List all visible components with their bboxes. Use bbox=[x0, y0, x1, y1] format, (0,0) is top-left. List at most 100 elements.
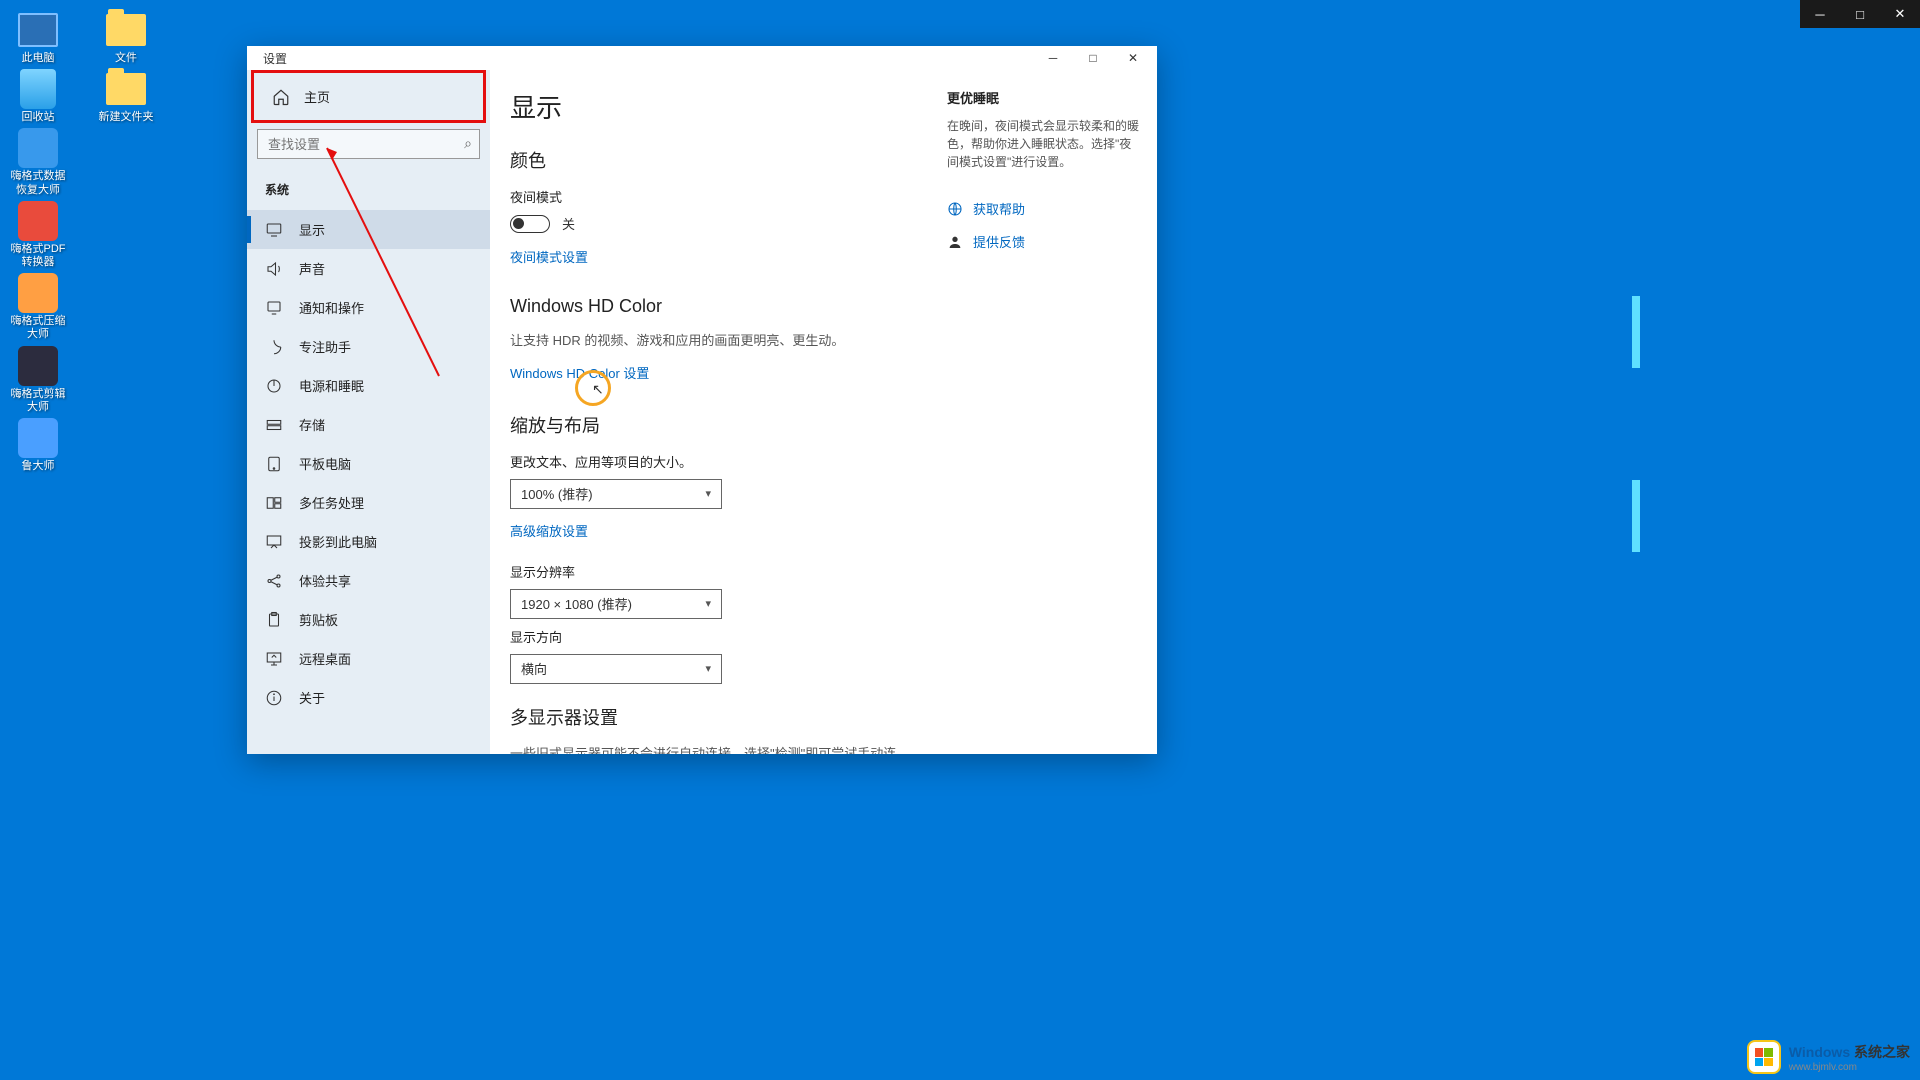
main-content: 显示 颜色 夜间模式 关 夜间模式设置 Windows HD Color 让支持… bbox=[490, 70, 1157, 754]
orient-label: 显示方向 bbox=[510, 627, 917, 646]
hd-link[interactable]: Windows HD Color 设置 bbox=[510, 363, 649, 382]
accent-bar bbox=[1632, 480, 1640, 552]
sidebar-item-share[interactable]: 体验共享 bbox=[247, 561, 490, 600]
clipboard-icon bbox=[265, 611, 283, 629]
sidebar-item-sound[interactable]: 声音 bbox=[247, 249, 490, 288]
close-button[interactable]: ✕ bbox=[1113, 46, 1153, 70]
focus-icon bbox=[265, 338, 283, 356]
watermark-brand: Windows bbox=[1789, 1044, 1850, 1060]
desktop-icon-app4[interactable]: 嗨格式剪辑大师 bbox=[8, 346, 68, 414]
desktop-icon-app2[interactable]: 嗨格式PDF转换器 bbox=[8, 201, 68, 269]
night-state: 关 bbox=[562, 214, 575, 233]
power-icon bbox=[265, 377, 283, 395]
watermark: Windows 系统之家 www.bjmlv.com bbox=[1747, 1040, 1910, 1074]
search-icon: ⌕ bbox=[464, 135, 472, 152]
tablet-icon bbox=[265, 455, 283, 473]
night-label: 夜间模式 bbox=[510, 187, 917, 206]
search-input[interactable] bbox=[257, 129, 480, 159]
titlebar: 设置 ─ □ ✕ bbox=[247, 46, 1157, 70]
hd-desc: 让支持 HDR 的视频、游戏和应用的画面更明亮、更生动。 bbox=[510, 331, 917, 351]
multi-desc: 一些旧式显示器可能不会进行自动连接，选择"检测"即可尝试手动连接。 bbox=[510, 744, 917, 755]
bg-close-button[interactable]: ✕ bbox=[1880, 0, 1920, 28]
scale-value: 100% (推荐) bbox=[521, 484, 593, 503]
night-settings-link[interactable]: 夜间模式设置 bbox=[510, 247, 588, 266]
chevron-down-icon: ▾ bbox=[705, 597, 711, 610]
sidebar-item-notify[interactable]: 通知和操作 bbox=[247, 288, 490, 327]
watermark-logo bbox=[1747, 1040, 1781, 1074]
night-mode-toggle[interactable] bbox=[510, 215, 550, 233]
desktop-icon-recycle[interactable]: 回收站 bbox=[8, 69, 68, 124]
notify-icon bbox=[265, 299, 283, 317]
maximize-button[interactable]: □ bbox=[1073, 46, 1113, 70]
sidebar-home[interactable]: 主页 bbox=[251, 70, 486, 123]
sidebar-item-remote[interactable]: 远程桌面 bbox=[247, 639, 490, 678]
desktop-icon-app3[interactable]: 嗨格式压缩大师 bbox=[8, 273, 68, 341]
feedback-link[interactable]: 提供反馈 bbox=[947, 232, 1139, 251]
scale-label: 更改文本、应用等项目的大小。 bbox=[510, 452, 917, 471]
desktop-icon-app5[interactable]: 鲁大师 bbox=[8, 418, 68, 473]
chevron-down-icon: ▾ bbox=[705, 487, 711, 500]
desktop-icon-newfolder[interactable]: 新建文件夹 bbox=[96, 69, 156, 124]
accent-bar bbox=[1632, 296, 1640, 368]
desktop-icon-pc[interactable]: 此电脑 bbox=[8, 10, 68, 65]
nav-label: 关于 bbox=[299, 688, 325, 707]
sidebar-item-project[interactable]: 投影到此电脑 bbox=[247, 522, 490, 561]
share-icon bbox=[265, 572, 283, 590]
watermark-site: 系统之家 bbox=[1854, 1044, 1910, 1060]
nav-label: 通知和操作 bbox=[299, 298, 364, 317]
sidebar-item-focus[interactable]: 专注助手 bbox=[247, 327, 490, 366]
multitask-icon bbox=[265, 494, 283, 512]
background-titlebar: ─ □ ✕ bbox=[1800, 0, 1920, 28]
page-title: 显示 bbox=[510, 88, 917, 125]
help-label: 获取帮助 bbox=[973, 199, 1025, 218]
person-icon bbox=[947, 234, 963, 250]
minimize-button[interactable]: ─ bbox=[1033, 46, 1073, 70]
nav-label: 多任务处理 bbox=[299, 493, 364, 512]
sidebar-item-power[interactable]: 电源和睡眠 bbox=[247, 366, 490, 405]
sidebar-item-multitask[interactable]: 多任务处理 bbox=[247, 483, 490, 522]
bg-minimize-button[interactable]: ─ bbox=[1800, 0, 1840, 28]
remote-icon bbox=[265, 650, 283, 668]
nav-label: 显示 bbox=[299, 220, 325, 239]
nav-label: 体验共享 bbox=[299, 571, 351, 590]
nav-label: 存储 bbox=[299, 415, 325, 434]
scale-dropdown[interactable]: 100% (推荐) ▾ bbox=[510, 479, 722, 509]
sidebar-home-label: 主页 bbox=[304, 87, 330, 106]
orient-value: 横向 bbox=[521, 659, 547, 678]
desktop-icon-folder-file[interactable]: 文件 bbox=[96, 10, 156, 65]
get-help-link[interactable]: 获取帮助 bbox=[947, 199, 1139, 218]
sidebar-item-storage[interactable]: 存储 bbox=[247, 405, 490, 444]
sound-icon bbox=[265, 260, 283, 278]
orientation-dropdown[interactable]: 横向▾ bbox=[510, 654, 722, 684]
about-icon bbox=[265, 689, 283, 707]
hd-heading: Windows HD Color bbox=[510, 296, 917, 317]
nav-label: 声音 bbox=[299, 259, 325, 278]
nav-label: 剪贴板 bbox=[299, 610, 338, 629]
sidebar-item-tablet[interactable]: 平板电脑 bbox=[247, 444, 490, 483]
sidebar: 主页 ⌕ 系统 显示声音通知和操作专注助手电源和睡眠存储平板电脑多任务处理投影到… bbox=[247, 70, 490, 754]
resolution-dropdown[interactable]: 1920 × 1080 (推荐) ▾ bbox=[510, 589, 722, 619]
res-value: 1920 × 1080 (推荐) bbox=[521, 594, 632, 613]
storage-icon bbox=[265, 416, 283, 434]
nav-label: 平板电脑 bbox=[299, 454, 351, 473]
nav-label: 远程桌面 bbox=[299, 649, 351, 668]
feedback-label: 提供反馈 bbox=[973, 232, 1025, 251]
sleep-desc: 在晚间，夜间模式会显示较柔和的暖色，帮助你进入睡眠状态。选择"夜间模式设置"进行… bbox=[947, 117, 1139, 171]
nav-label: 电源和睡眠 bbox=[299, 376, 364, 395]
bg-maximize-button[interactable]: □ bbox=[1840, 0, 1880, 28]
sidebar-item-clipboard[interactable]: 剪贴板 bbox=[247, 600, 490, 639]
right-pane: 更优睡眠 在晚间，夜间模式会显示较柔和的暖色，帮助你进入睡眠状态。选择"夜间模式… bbox=[947, 70, 1157, 754]
nav-list: 显示声音通知和操作专注助手电源和睡眠存储平板电脑多任务处理投影到此电脑体验共享剪… bbox=[247, 210, 490, 717]
window-title: 设置 bbox=[251, 50, 287, 67]
search-wrap: ⌕ bbox=[257, 129, 480, 159]
nav-label: 投影到此电脑 bbox=[299, 532, 377, 551]
desktop-icon-app1[interactable]: 嗨格式数据恢复大师 bbox=[8, 128, 68, 196]
project-icon bbox=[265, 533, 283, 551]
sidebar-item-about[interactable]: 关于 bbox=[247, 678, 490, 717]
multi-heading: 多显示器设置 bbox=[510, 704, 917, 730]
section-label: 系统 bbox=[247, 171, 490, 210]
scale-link[interactable]: 高级缩放设置 bbox=[510, 521, 588, 540]
sidebar-item-display[interactable]: 显示 bbox=[247, 210, 490, 249]
watermark-url: www.bjmlv.com bbox=[1789, 1062, 1910, 1073]
sleep-title: 更优睡眠 bbox=[947, 88, 1139, 107]
